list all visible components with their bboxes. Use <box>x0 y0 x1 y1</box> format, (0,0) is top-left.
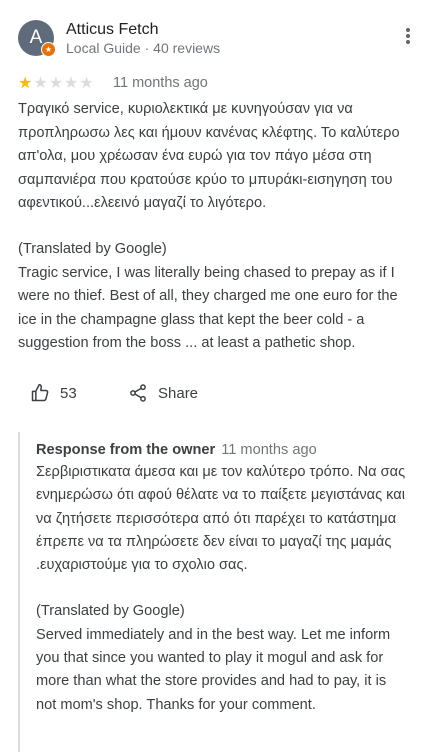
owner-response-header: Response from the owner 11 months ago <box>36 442 317 458</box>
reviewer-name[interactable]: Atticus Fetch <box>66 21 158 39</box>
owner-response-time: 11 months ago <box>221 442 317 458</box>
local-guide-star-icon: ★ <box>41 42 56 57</box>
review-translated-text: Tragic service, I was literally being ch… <box>18 264 398 352</box>
like-count: 53 <box>60 384 77 402</box>
review-time: 11 months ago <box>113 75 208 91</box>
share-icon <box>130 384 146 402</box>
owner-original-text: Σερβιριστικατα άμεσα και με τον καλύτερο… <box>36 464 406 574</box>
reviewer-header: A ★ Atticus Fetch Local Guide · 40 revie… <box>18 20 418 58</box>
review-original-text: Τραγικό service, κυριολεκτικά με κυνηγού… <box>18 101 400 211</box>
review-body: Τραγικό service, κυριολεκτικά με κυνηγού… <box>18 98 418 216</box>
share-button[interactable]: Share <box>128 383 198 403</box>
star-rating-icon: ★★★★★ <box>18 73 95 93</box>
translated-by-google-label: (Translated by Google) <box>18 241 167 257</box>
star-empty-icons: ★★★★ <box>33 75 95 92</box>
review-translation: (Translated by Google) Tragic service, I… <box>18 238 418 356</box>
reviewer-meta: Local Guide · 40 reviews <box>66 40 221 56</box>
review-actions: 53 Share <box>30 383 330 409</box>
owner-response-body: Σερβιριστικατα άμεσα και με τον καλύτερο… <box>36 461 408 717</box>
owner-response: Response from the owner 11 months ago Σερ… <box>18 432 420 752</box>
thumbs-up-icon <box>31 383 49 402</box>
more-options-icon[interactable] <box>398 26 418 50</box>
owner-response-title: Response from the owner <box>36 442 216 458</box>
share-label: Share <box>158 384 199 402</box>
owner-translated-by-google-label: (Translated by Google) <box>36 603 185 620</box>
owner-translated-text: Served immediately and in the best way. … <box>36 626 391 713</box>
star-filled-icon: ★ <box>18 75 34 92</box>
like-button[interactable]: 53 <box>30 383 77 403</box>
